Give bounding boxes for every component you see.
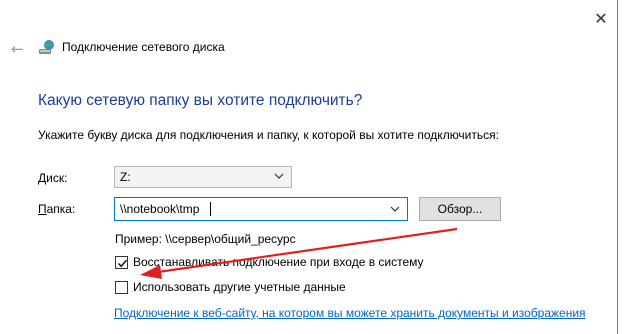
wizard-window: ✕ ← Подключение сетевого диска Какую сет… — [0, 0, 618, 334]
annotation-arrow — [140, 227, 458, 279]
